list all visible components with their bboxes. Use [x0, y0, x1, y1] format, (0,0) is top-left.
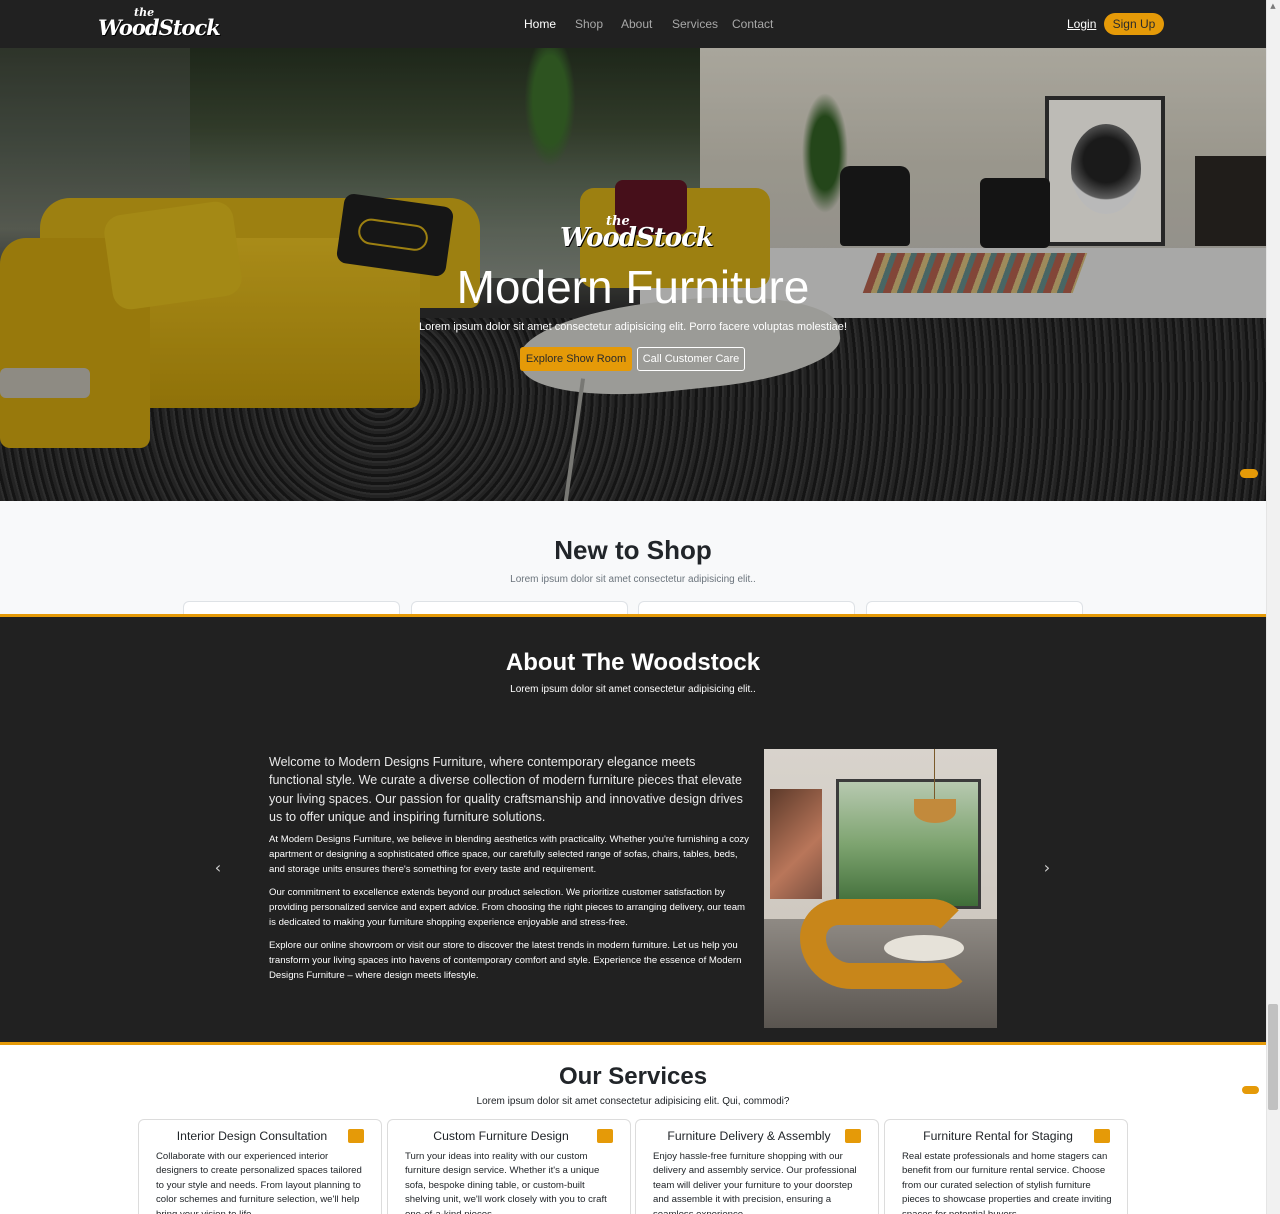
signup-button[interactable]: Sign Up: [1104, 13, 1164, 35]
navbar: the WoodStock Home Shop About Services C…: [0, 0, 1266, 48]
pendant-lamp: [914, 799, 956, 823]
about-section: About The Woodstock Lorem ipsum dolor si…: [0, 614, 1266, 1045]
scrollbar-thumb[interactable]: [1268, 1004, 1278, 1110]
about-lead: Welcome to Modern Designs Furniture, whe…: [269, 755, 743, 824]
service-card-body: Turn your ideas into reality with our cu…: [405, 1151, 607, 1214]
login-link[interactable]: Login: [1067, 17, 1096, 31]
scroll-up-arrow-icon[interactable]: ▲: [1268, 2, 1278, 10]
about-paragraph-3: Explore our online showroom or visit our…: [269, 940, 742, 981]
service-card-body: Collaborate with our experienced interio…: [156, 1151, 362, 1214]
about-living-room-image: [764, 749, 997, 1028]
about-title: About The Woodstock: [505, 649, 761, 676]
hero-title: Modern Furniture: [456, 261, 810, 313]
service-badge-icon: [1094, 1129, 1110, 1143]
hero-banner: the WoodStock Modern Furniture Lorem ips…: [0, 48, 1266, 501]
product-card[interactable]: [183, 601, 400, 614]
nav-about[interactable]: About: [621, 17, 652, 31]
product-card[interactable]: [411, 601, 628, 614]
wall-art: [770, 789, 822, 899]
service-card-title: Furniture Rental for Staging: [923, 1129, 1073, 1143]
chevron-left-icon[interactable]: ‹: [212, 859, 224, 877]
service-badge-icon: [348, 1129, 364, 1143]
hero-logo-name: WoodStock: [560, 223, 714, 253]
services-subtitle: Lorem ipsum dolor sit amet consectetur a…: [476, 1096, 790, 1107]
service-card[interactable]: Furniture Rental for Staging Real estate…: [884, 1119, 1128, 1214]
service-card-body: Enjoy hassle-free furniture shopping wit…: [653, 1151, 857, 1214]
floating-scroll-button[interactable]: [1242, 1086, 1259, 1094]
carousel-indicator[interactable]: [1240, 469, 1258, 478]
new-to-shop-section: New to Shop Lorem ipsum dolor sit amet c…: [0, 501, 1266, 614]
service-card[interactable]: Custom Furniture Design Turn your ideas …: [387, 1119, 631, 1214]
nav-contact[interactable]: Contact: [732, 17, 773, 31]
service-card-body: Real estate professionals and home stage…: [902, 1151, 1112, 1214]
call-customer-care-button[interactable]: Call Customer Care: [637, 347, 745, 371]
service-card-title: Interior Design Consultation: [176, 1129, 328, 1143]
nav-shop[interactable]: Shop: [575, 17, 603, 31]
about-paragraph-1: At Modern Designs Furniture, we believe …: [269, 834, 749, 875]
about-paragraph-2: Our commitment to excellence extends bey…: [269, 887, 746, 928]
round-table: [884, 935, 964, 961]
service-card-title: Custom Furniture Design: [433, 1129, 569, 1143]
service-badge-icon: [597, 1129, 613, 1143]
shop-title: New to Shop: [554, 535, 712, 565]
hero-logo: the WoodStock: [560, 214, 714, 254]
service-card[interactable]: Furniture Delivery & Assembly Enjoy hass…: [635, 1119, 879, 1214]
lamp-cord: [934, 749, 935, 801]
hero-subtitle: Lorem ipsum dolor sit amet consectetur a…: [419, 321, 847, 333]
about-text: Welcome to Modern Designs Furniture, whe…: [269, 753, 749, 993]
explore-showroom-button[interactable]: Explore Show Room: [520, 347, 632, 371]
garden-window: [836, 779, 981, 909]
shop-subtitle: Lorem ipsum dolor sit amet consectetur a…: [510, 574, 756, 585]
about-subtitle: Lorem ipsum dolor sit amet consectetur a…: [510, 684, 756, 695]
service-card[interactable]: Interior Design Consultation Collaborate…: [138, 1119, 382, 1214]
service-badge-icon: [845, 1129, 861, 1143]
services-section: Our Services Lorem ipsum dolor sit amet …: [0, 1045, 1266, 1214]
product-card[interactable]: [866, 601, 1083, 614]
chevron-right-icon[interactable]: ›: [1041, 859, 1053, 877]
service-card-title: Furniture Delivery & Assembly: [667, 1129, 831, 1143]
product-card[interactable]: [638, 601, 855, 614]
nav-home[interactable]: Home: [524, 17, 556, 31]
nav-services[interactable]: Services: [672, 17, 718, 31]
services-title: Our Services: [558, 1063, 708, 1090]
